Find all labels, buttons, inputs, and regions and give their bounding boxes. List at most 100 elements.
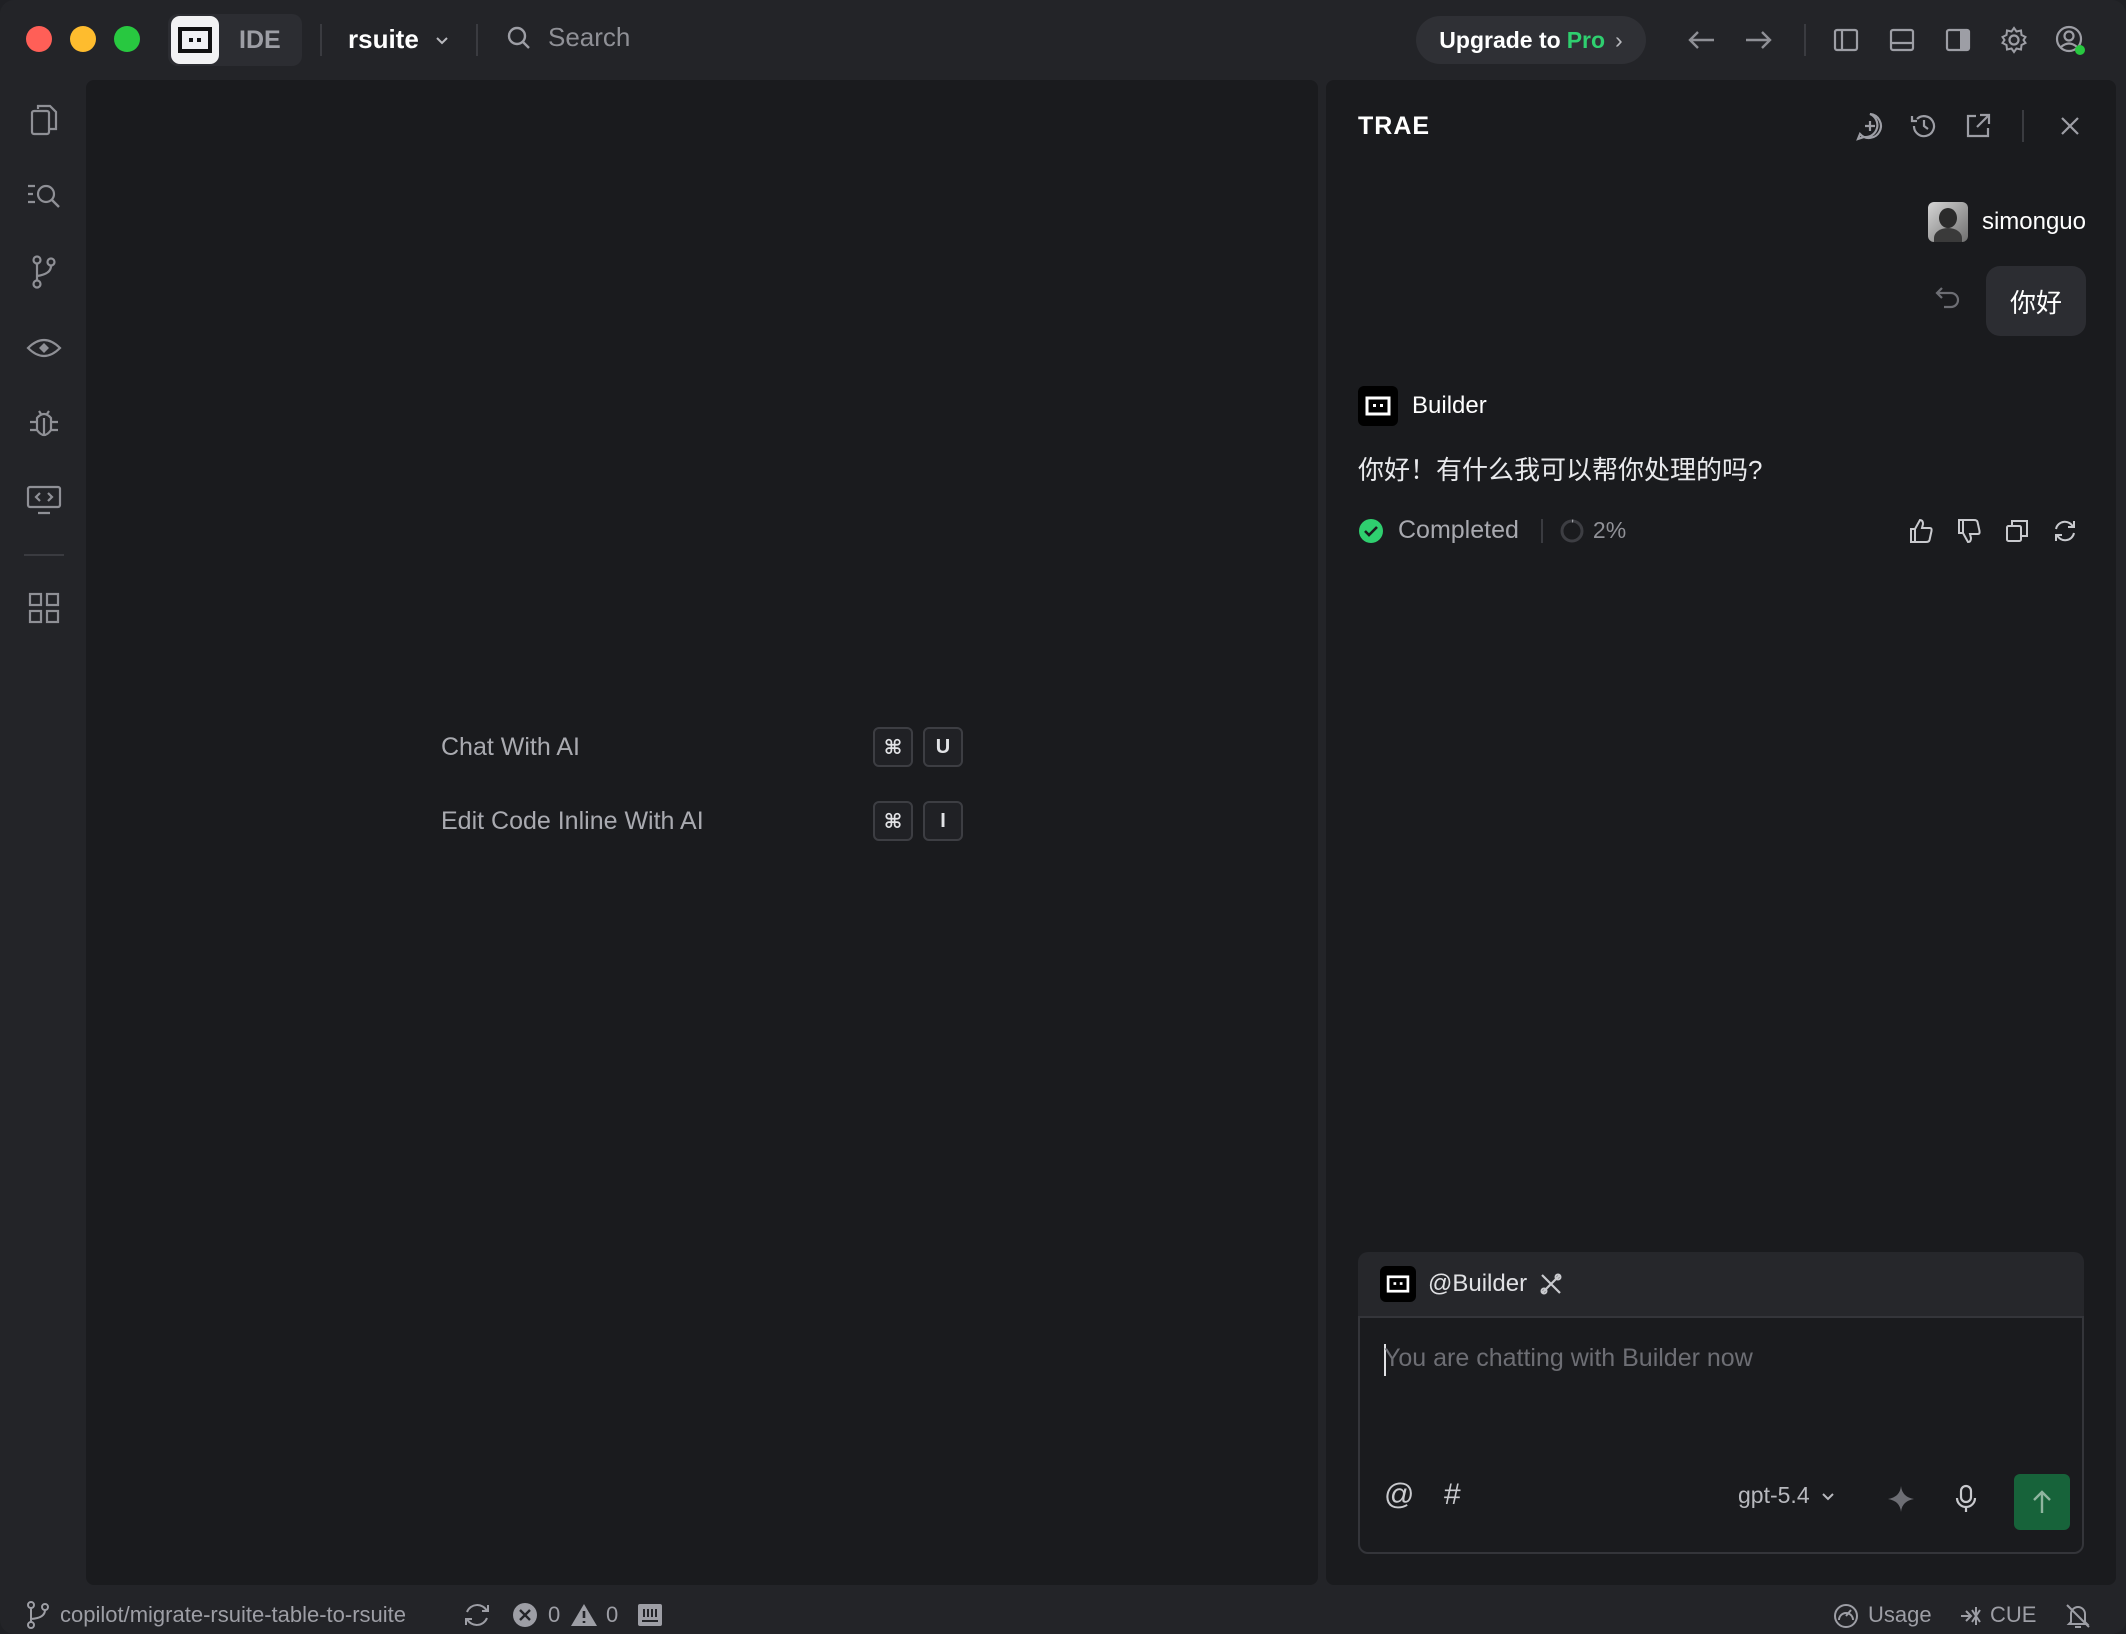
error-icon[interactable] xyxy=(512,1602,538,1633)
agent-selector[interactable]: @Builder xyxy=(1380,1266,1563,1302)
microphone-icon[interactable] xyxy=(1954,1484,1978,1519)
search-box[interactable]: Search xyxy=(506,22,630,53)
mention-at-button[interactable]: @ xyxy=(1384,1478,1414,1512)
traffic-lights xyxy=(26,26,140,52)
undo-icon[interactable] xyxy=(1934,284,1962,315)
debug-icon[interactable] xyxy=(24,404,64,444)
divider xyxy=(24,554,64,556)
search-placeholder: Search xyxy=(548,22,631,52)
ide-mode-label: IDE xyxy=(239,25,281,54)
context-usage-percent: 2% xyxy=(1592,517,1627,543)
warning-icon[interactable] xyxy=(570,1602,598,1633)
chat-input-placeholder: You are chatting with Builder now xyxy=(1384,1344,1753,1372)
tools-icon xyxy=(1540,1273,1562,1295)
user-message-header: simonguo xyxy=(1927,202,2086,242)
chat-panel: TRAE simonguo 你好 Builder 你好！有什么我可以帮你处理的吗… xyxy=(1326,80,2116,1585)
app-window: IDE rsuite Search Upgrade to Pro › Chat … xyxy=(0,0,2126,1634)
sparkle-icon[interactable] xyxy=(1886,1484,1916,1519)
chat-input-field[interactable]: You are chatting with Builder now @ # gp… xyxy=(1358,1316,2084,1554)
upgrade-label: Upgrade to xyxy=(1439,26,1561,53)
builder-logo-icon xyxy=(1380,1266,1416,1302)
builder-logo-icon xyxy=(1358,386,1398,426)
toggle-secondary-sidebar-icon[interactable] xyxy=(1940,22,1976,58)
files-icon[interactable] xyxy=(24,100,64,140)
key-u: U xyxy=(923,727,963,767)
project-selector[interactable]: rsuite xyxy=(348,24,451,55)
check-circle-icon xyxy=(1359,518,1383,543)
progress-ring-icon xyxy=(1560,519,1584,542)
chat-composer: @Builder You are chatting with Builder n… xyxy=(1358,1252,2084,1554)
zoom-window-button[interactable] xyxy=(114,26,140,52)
title-bar: IDE rsuite Search Upgrade to Pro › xyxy=(0,0,2126,80)
divider xyxy=(320,24,322,56)
regenerate-icon[interactable] xyxy=(2050,516,2080,546)
source-control-icon[interactable] xyxy=(24,252,64,292)
arrow-up-icon xyxy=(2033,1490,2051,1513)
response-status: Completed 2% xyxy=(1358,516,1626,545)
key-command: ⌘ xyxy=(873,801,913,841)
remote-explorer-icon[interactable] xyxy=(24,480,64,520)
shortcut-edit-code-inline[interactable]: Edit Code Inline With AI ⌘ I xyxy=(441,801,973,841)
divider xyxy=(1804,24,1806,56)
settings-gear-icon[interactable] xyxy=(1996,22,2032,58)
chat-panel-title: TRAE xyxy=(1358,112,1431,140)
model-selector[interactable]: gpt-5.4 xyxy=(1738,1482,1836,1509)
git-branch-name[interactable]: copilot/migrate-rsuite-table-to-rsuite xyxy=(60,1602,406,1628)
agent-mention: @Builder xyxy=(1428,1270,1528,1297)
cue-icon xyxy=(1958,1604,1984,1633)
chevron-down-icon xyxy=(436,36,448,44)
cue-status[interactable]: CUE xyxy=(1990,1602,2036,1628)
preview-icon[interactable] xyxy=(24,328,64,368)
usage-gauge-icon xyxy=(1832,1602,1860,1634)
model-name: gpt-5.4 xyxy=(1738,1482,1810,1508)
activity-bar xyxy=(0,80,86,1585)
thumbs-down-icon[interactable] xyxy=(1954,516,1984,546)
history-icon[interactable] xyxy=(1906,108,1942,144)
send-button[interactable] xyxy=(2014,1474,2070,1530)
context-hash-button[interactable]: # xyxy=(1444,1478,1461,1512)
warning-count: 0 xyxy=(606,1602,619,1627)
sync-icon[interactable] xyxy=(462,1600,492,1634)
thumbs-up-icon[interactable] xyxy=(1906,516,1936,546)
upgrade-to-pro-button[interactable]: Upgrade to Pro › xyxy=(1416,16,1646,64)
account-icon[interactable] xyxy=(2052,22,2088,58)
new-chat-icon[interactable] xyxy=(1852,108,1888,144)
forward-arrow-icon[interactable] xyxy=(1740,22,1776,58)
project-name: rsuite xyxy=(348,24,419,54)
username: simonguo xyxy=(1981,208,2086,235)
copy-icon[interactable] xyxy=(2002,516,2032,546)
app-mode-switch[interactable]: IDE xyxy=(168,14,302,66)
close-window-button[interactable] xyxy=(26,26,52,52)
minimize-window-button[interactable] xyxy=(70,26,96,52)
trae-logo-icon xyxy=(171,16,219,64)
bot-message-header: Builder xyxy=(1358,386,1487,426)
shortcut-label: Chat With AI xyxy=(441,732,580,761)
pro-label: Pro xyxy=(1566,26,1606,53)
usage-link[interactable]: Usage xyxy=(1868,1602,1932,1628)
extensions-icon[interactable] xyxy=(24,588,64,628)
avatar xyxy=(1927,202,1968,242)
status-completed: Completed xyxy=(1398,516,1519,544)
shortcut-chat-with-ai[interactable]: Chat With AI ⌘ U xyxy=(441,727,973,767)
back-arrow-icon[interactable] xyxy=(1684,22,1720,58)
shortcut-label: Edit Code Inline With AI xyxy=(441,806,704,835)
divider xyxy=(1540,518,1543,543)
search-icon xyxy=(507,26,530,49)
bot-name: Builder xyxy=(1412,392,1487,419)
toggle-sidebar-icon[interactable] xyxy=(1828,22,1864,58)
notifications-off-icon[interactable] xyxy=(2064,1602,2092,1634)
status-bar: copilot/migrate-rsuite-table-to-rsuite 0… xyxy=(0,1596,2126,1634)
divider xyxy=(476,24,478,56)
toggle-panel-icon[interactable] xyxy=(1884,22,1920,58)
bot-reply-text: 你好！有什么我可以帮你处理的吗? xyxy=(1358,455,1763,485)
key-i: I xyxy=(923,801,963,841)
error-count: 0 xyxy=(548,1602,561,1627)
git-branch-icon xyxy=(24,1600,52,1634)
output-panel-icon[interactable] xyxy=(636,1602,664,1633)
open-external-icon[interactable] xyxy=(1960,108,1996,144)
chevron-down-icon xyxy=(1821,1492,1834,1500)
close-icon[interactable] xyxy=(2052,108,2088,144)
user-message-bubble: 你好 xyxy=(1986,266,2086,336)
editor-area[interactable]: Chat With AI ⌘ U Edit Code Inline With A… xyxy=(86,80,1318,1585)
search-icon[interactable] xyxy=(24,176,64,216)
